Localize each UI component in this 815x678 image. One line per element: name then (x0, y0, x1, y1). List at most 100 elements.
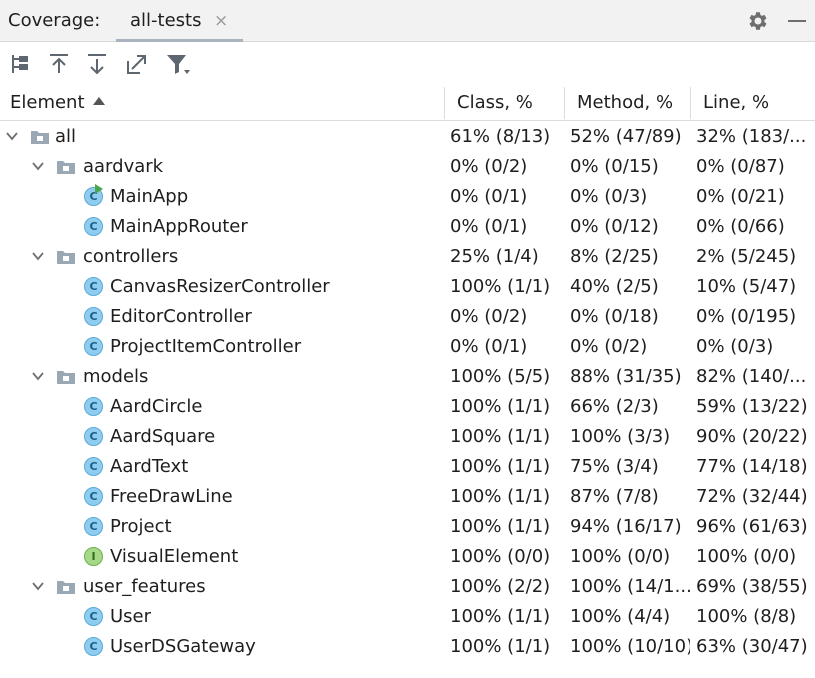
table-row[interactable]: C EditorController 0% (0/2) 0% (0/18) 0% (0/… (0, 302, 815, 332)
method-coverage: 0% (0/12) (570, 216, 659, 237)
run-marker-icon (95, 184, 103, 194)
column-header-method[interactable]: Method, % (577, 85, 687, 121)
table-row[interactable]: all 61% (8/13) 52% (47/89) 32% (183/... (0, 122, 815, 152)
class-icon: C (84, 517, 103, 536)
table-row[interactable]: C User 100% (1/1) 100% (4/4) 100% (8/8) (0, 602, 815, 632)
table-row[interactable]: C ProjectItemController 0% (0/1) 0% (0/2) 0%… (0, 332, 815, 362)
method-coverage: 0% (0/18) (570, 306, 659, 327)
column-divider[interactable] (690, 87, 691, 119)
element-name: FreeDrawLine (110, 486, 233, 507)
table-row[interactable]: C Project 100% (1/1) 94% (16/17) 96% (61/63) (0, 512, 815, 542)
column-header-class[interactable]: Class, % (457, 85, 565, 121)
method-coverage: 100% (3/3) (570, 426, 671, 447)
tab-all-tests[interactable]: all-tests × (116, 0, 243, 42)
method-coverage: 94% (16/17) (570, 516, 682, 537)
method-coverage: 100% (4/4) (570, 606, 671, 627)
table-row[interactable]: C AardCircle 100% (1/1) 66% (2/3) 59% (13/22… (0, 392, 815, 422)
panel-title: Coverage: (8, 10, 101, 31)
element-name: aardvark (83, 156, 164, 177)
class-coverage: 100% (1/1) (450, 516, 551, 537)
class-icon: C (84, 397, 103, 416)
interface-icon: I (84, 547, 103, 566)
line-coverage: 0% (0/87) (696, 156, 785, 177)
table-row[interactable]: C CanvasResizerController 100% (1/1) 40% (2… (0, 272, 815, 302)
table-row[interactable]: user_features 100% (2/2) 100% (14/1... 69% … (0, 572, 815, 602)
class-icon: C (84, 307, 103, 326)
element-name: CanvasResizerController (110, 276, 330, 297)
class-coverage: 100% (0/0) (450, 546, 551, 567)
coverage-toolbar (0, 43, 815, 85)
package-folder-icon (57, 581, 75, 594)
class-icon: C (84, 217, 103, 236)
element-name: controllers (83, 246, 179, 267)
chevron-down-icon[interactable] (30, 158, 46, 174)
table-row[interactable]: aardvark 0% (0/2) 0% (0/15) 0% (0/87) (0, 152, 815, 182)
class-icon: C (84, 277, 103, 296)
class-coverage: 100% (1/1) (450, 396, 551, 417)
element-name: AardCircle (110, 396, 203, 417)
package-folder-icon (57, 371, 75, 384)
element-name: User (110, 606, 152, 627)
column-divider[interactable] (564, 87, 565, 119)
line-coverage: 59% (13/22) (696, 396, 808, 417)
method-coverage: 88% (31/35) (570, 366, 682, 387)
line-coverage: 82% (140/... (696, 366, 807, 387)
sort-ascending-icon (92, 97, 105, 105)
class-coverage: 100% (1/1) (450, 486, 551, 507)
class-icon: C (84, 607, 103, 626)
table-row[interactable]: I VisualElement 100% (0/0) 100% (0/0) 100% (… (0, 542, 815, 572)
class-coverage: 25% (1/4) (450, 246, 539, 267)
method-coverage: 0% (0/15) (570, 156, 659, 177)
column-header-element[interactable]: Element (10, 85, 440, 121)
line-coverage: 100% (8/8) (696, 606, 797, 627)
class-coverage: 100% (1/1) (450, 636, 551, 657)
class-icon: C (84, 184, 103, 206)
line-coverage: 0% (0/195) (696, 306, 797, 327)
tab-active-indicator (116, 39, 243, 42)
class-icon: C (84, 637, 103, 656)
table-row[interactable]: C AardText 100% (1/1) 75% (3/4) 77% (14/18) (0, 452, 815, 482)
tab-close-icon[interactable]: × (214, 11, 228, 31)
method-coverage: 0% (0/2) (570, 336, 648, 357)
line-coverage: 100% (0/0) (696, 546, 797, 567)
chevron-down-icon[interactable] (30, 248, 46, 264)
line-coverage: 96% (61/63) (696, 516, 808, 537)
method-coverage: 8% (2/25) (570, 246, 659, 267)
minimize-icon[interactable] (788, 20, 806, 22)
chevron-down-icon[interactable] (4, 128, 20, 144)
package-folder-icon (57, 251, 75, 264)
class-coverage: 100% (5/5) (450, 366, 551, 387)
package-folder-icon (31, 131, 49, 144)
method-coverage: 87% (7/8) (570, 486, 659, 507)
export-icon[interactable] (124, 51, 150, 77)
line-coverage: 63% (30/47) (696, 636, 808, 657)
column-header-element-label: Element (10, 92, 85, 113)
table-row[interactable]: models 100% (5/5) 88% (31/35) 82% (140/... (0, 362, 815, 392)
gear-icon[interactable] (746, 9, 770, 33)
class-coverage: 100% (2/2) (450, 576, 551, 597)
table-row[interactable]: C MainApp 0% (0/1) 0% (0/3) 0% (0/21) (0, 182, 815, 212)
navigate-up-icon[interactable] (46, 51, 72, 77)
column-divider[interactable] (444, 87, 445, 119)
element-name: AardText (110, 456, 189, 477)
method-coverage: 66% (2/3) (570, 396, 659, 417)
element-name: user_features (83, 576, 206, 597)
table-row[interactable]: C UserDSGateway 100% (1/1) 100% (10/10) 63% … (0, 632, 815, 662)
navigate-down-icon[interactable] (84, 51, 110, 77)
line-coverage: 0% (0/21) (696, 186, 785, 207)
table-row[interactable]: C AardSquare 100% (1/1) 100% (3/3) 90% (20/2… (0, 422, 815, 452)
flatten-packages-icon[interactable] (8, 51, 34, 77)
element-name: models (83, 366, 149, 387)
chevron-down-icon[interactable] (30, 368, 46, 384)
filter-icon[interactable] (164, 51, 190, 77)
table-row[interactable]: controllers 25% (1/4) 8% (2/25) 2% (5/245) (0, 242, 815, 272)
element-name: Project (110, 516, 172, 537)
class-coverage: 100% (1/1) (450, 606, 551, 627)
chevron-down-icon[interactable] (30, 578, 46, 594)
table-row[interactable]: C MainAppRouter 0% (0/1) 0% (0/12) 0% (0/66) (0, 212, 815, 242)
element-name: VisualElement (110, 546, 239, 567)
method-coverage: 100% (10/10) (570, 636, 690, 657)
table-row[interactable]: C FreeDrawLine 100% (1/1) 87% (7/8) 72% (32/… (0, 482, 815, 512)
column-header-line[interactable]: Line, % (703, 85, 813, 121)
line-coverage: 77% (14/18) (696, 456, 808, 477)
